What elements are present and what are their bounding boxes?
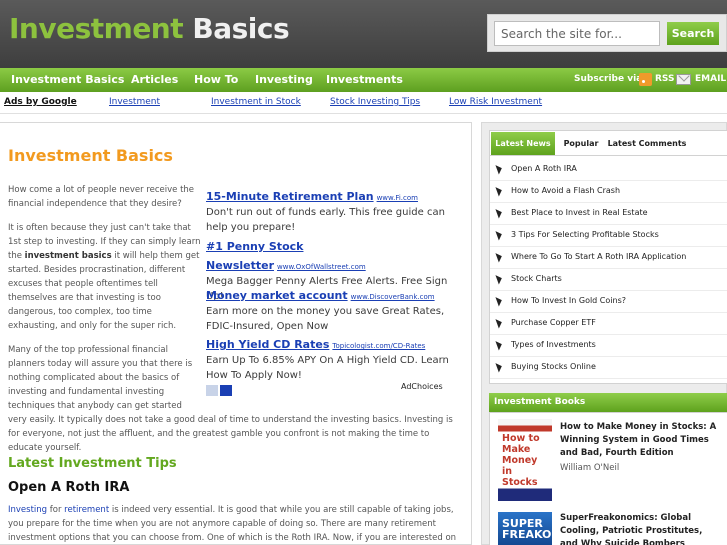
book-cover-image[interactable]: SUPER FREAKONOMICS <box>498 512 601 545</box>
list-item[interactable]: How To Invest In Gold Coins? <box>490 291 727 313</box>
investment-books-heading: Investment Books <box>489 393 727 412</box>
arrow-icon <box>495 361 504 373</box>
list-item[interactable]: Where To Go To Start A Roth IRA Applicat… <box>490 247 727 269</box>
sidebar-tabs: Latest News Popular Latest Comments <box>489 130 727 156</box>
rss-link[interactable]: RSS <box>655 74 675 84</box>
page-title: Investment Basics <box>8 146 173 165</box>
ad-url[interactable]: www.OxOfWallstreet.com <box>277 263 366 271</box>
book-title-link[interactable]: How to Make Money in Stocks: A Winning S… <box>560 421 720 460</box>
site-header: Investment Basics Search <box>0 0 727 68</box>
ad-url[interactable]: www.Fi.com <box>377 194 418 202</box>
ad-pager <box>206 381 234 400</box>
arrow-icon <box>495 339 504 351</box>
ad-link-low-risk-investment[interactable]: Low Risk Investment <box>449 97 542 107</box>
arrow-icon <box>495 295 504 307</box>
ad-title[interactable]: High Yield CD Rates <box>206 338 329 351</box>
ad-next-icon[interactable] <box>220 385 232 396</box>
search-input[interactable] <box>494 21 660 46</box>
logo-word-basics: Basics <box>192 12 290 45</box>
list-item[interactable]: Purchase Copper ETF <box>490 313 727 335</box>
main-nav: Investment Basics Articles How To Invest… <box>0 68 727 92</box>
mail-icon[interactable] <box>676 74 691 85</box>
list-item[interactable]: Open A Roth IRA <box>490 159 727 181</box>
list-item[interactable]: Best Place to Invest in Real Estate <box>490 203 727 225</box>
arrow-icon <box>495 251 504 263</box>
post-excerpt: Investing for retirement is indeed very … <box>8 505 457 543</box>
arrow-icon <box>495 317 504 329</box>
ad-url[interactable]: Topicologist.com/CD-Rates <box>332 342 425 350</box>
latest-tips-heading: Latest Investment Tips <box>8 456 177 471</box>
adchoices-link[interactable]: AdChoices <box>401 382 443 391</box>
ad-link-stock-investing-tips[interactable]: Stock Investing Tips <box>330 97 420 107</box>
tab-popular[interactable]: Popular <box>557 132 605 155</box>
list-item[interactable]: 3 Tips For Selecting Profitable Stocks <box>490 225 727 247</box>
ad-title[interactable]: Money market account <box>206 289 348 302</box>
ad-link-investment[interactable]: Investment <box>109 97 160 107</box>
ad-prev-icon[interactable] <box>206 385 218 396</box>
arrow-icon <box>495 273 504 285</box>
nav-item-how-to[interactable]: How To <box>194 73 238 86</box>
ad-unit[interactable]: Money market account www.DiscoverBank.com… <box>206 284 466 334</box>
site-logo[interactable]: Investment Basics <box>9 12 290 45</box>
list-item[interactable]: How to Avoid a Flash Crash <box>490 181 727 203</box>
ad-description: Earn Up To 6.85% APY On A High Yield CD.… <box>206 355 449 381</box>
post-link-retirement[interactable]: retirement <box>64 505 109 515</box>
arrow-icon <box>495 163 504 175</box>
ad-url[interactable]: www.DiscoverBank.com <box>351 293 435 301</box>
ad-title[interactable]: 15-Minute Retirement Plan <box>206 190 374 203</box>
ad-unit[interactable]: High Yield CD Rates Topicologist.com/CD-R… <box>206 333 466 383</box>
tab-latest-comments[interactable]: Latest Comments <box>607 132 687 155</box>
nav-item-investments[interactable]: Investments <box>326 73 403 86</box>
nav-item-investing[interactable]: Investing <box>255 73 313 86</box>
post-title[interactable]: Open A Roth IRA <box>8 480 129 495</box>
nav-item-articles[interactable]: Articles <box>131 73 178 86</box>
main-content: Investment Basics How come a lot of peop… <box>0 122 472 545</box>
ads-link-bar: Ads by Google Investment Investment in S… <box>0 92 727 114</box>
search-button[interactable]: Search <box>667 22 719 45</box>
list-item[interactable]: Buying Stocks Online <box>490 357 727 379</box>
nav-item-investment-basics[interactable]: Investment Basics <box>11 73 124 86</box>
book-title-link[interactable]: SuperFreakonomics: Global Cooling, Patri… <box>560 512 720 545</box>
ad-link-investment-in-stock[interactable]: Investment in Stock <box>211 97 301 107</box>
sidebar: Latest News Popular Latest Comments Open… <box>481 122 727 545</box>
search-box: Search <box>487 14 727 52</box>
book-cover-image[interactable]: How to Make Money in Stocks <box>498 419 552 501</box>
logo-word-investment: Investment <box>9 12 184 45</box>
investment-books-list: How to Make Money in Stocks How to Make … <box>489 412 727 545</box>
subscribe-label: Subscribe via: <box>574 74 646 84</box>
email-link[interactable]: EMAIL <box>695 74 726 84</box>
arrow-icon <box>495 185 504 197</box>
ad-unit[interactable]: 15-Minute Retirement Plan www.Fi.com Don'… <box>206 185 466 235</box>
tab-latest-news[interactable]: Latest News <box>491 132 555 155</box>
latest-news-list: Open A Roth IRA How to Avoid a Flash Cra… <box>489 156 727 384</box>
list-item[interactable]: Stock Charts <box>490 269 727 291</box>
list-item[interactable]: Types of Investments <box>490 335 727 357</box>
rss-icon[interactable] <box>639 73 652 86</box>
arrow-icon <box>495 207 504 219</box>
post-link-investing[interactable]: Investing <box>8 505 47 515</box>
ad-description: Don't run out of funds early. This free … <box>206 207 445 233</box>
ads-by-google-link[interactable]: Ads by Google <box>4 97 77 107</box>
ad-description: Earn more on the money you save Great Ra… <box>206 306 445 332</box>
book-author: William O'Neil <box>560 463 620 473</box>
arrow-icon <box>495 229 504 241</box>
